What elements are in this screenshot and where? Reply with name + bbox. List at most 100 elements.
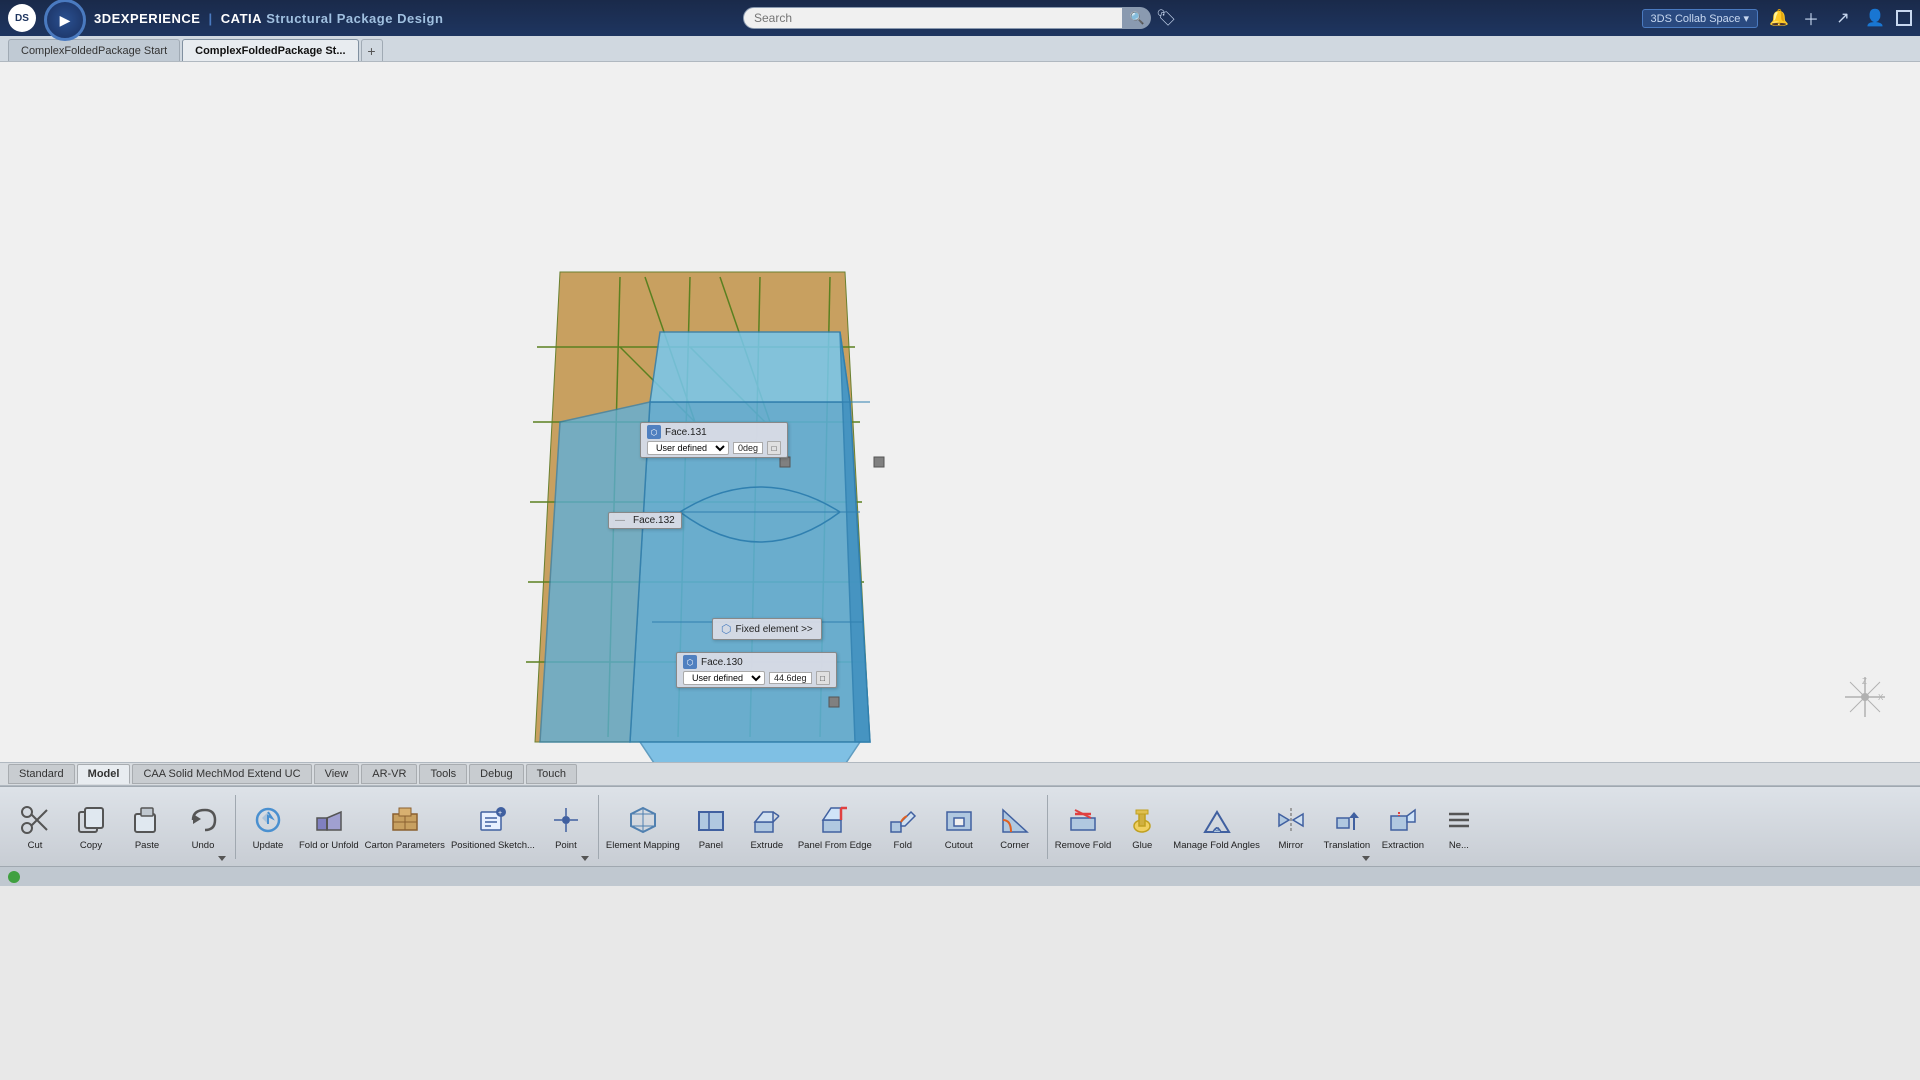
tag-button[interactable]: 🏷 <box>1155 7 1177 29</box>
point-tool[interactable]: Point <box>539 791 593 863</box>
toolbar-tab-standard[interactable]: Standard <box>8 764 75 784</box>
face130-expand[interactable]: □ <box>816 671 830 685</box>
remove-fold-icon <box>1065 802 1101 838</box>
face130-dropdown[interactable]: User defined <box>683 671 765 685</box>
fold-tool[interactable]: Fold <box>876 791 930 863</box>
fold-icon <box>885 802 921 838</box>
toolbar-tab-model-label: Model <box>88 768 120 780</box>
toolbar-tab-debug[interactable]: Debug <box>469 764 523 784</box>
paste-tool[interactable]: Paste <box>120 791 174 863</box>
corner-tool[interactable]: Corner <box>988 791 1042 863</box>
translation-tool[interactable]: Translation <box>1320 791 1374 863</box>
panel-icon <box>693 802 729 838</box>
face131-expand[interactable]: □ <box>767 441 781 455</box>
extraction-tool[interactable]: Extraction <box>1376 791 1430 863</box>
toolbar-tab-arvr[interactable]: AR-VR <box>361 764 417 784</box>
user-button[interactable]: 👤 <box>1864 7 1886 29</box>
module-name: Structural Package Design <box>266 11 443 26</box>
face132-text: Face.132 <box>633 515 675 526</box>
toolbar-tab-tools[interactable]: Tools <box>419 764 467 784</box>
fold-label: Fold <box>894 840 912 851</box>
point-label: Point <box>555 840 577 851</box>
toolbar-tab-caa[interactable]: CAA Solid MechMod Extend UC <box>132 764 311 784</box>
tab-2[interactable]: ComplexFoldedPackage St... <box>182 39 358 61</box>
carton-parameters-tool[interactable]: Carton Parameters <box>363 791 447 863</box>
face131-dropdown[interactable]: User defined <box>647 441 729 455</box>
fixed-element-label: Fixed element >> <box>735 624 812 635</box>
more-tool[interactable]: Ne... <box>1432 791 1486 863</box>
cut-tool[interactable]: Cut <box>8 791 62 863</box>
face131-value: 0deg <box>733 442 763 454</box>
undo-tool[interactable]: Undo <box>176 791 230 863</box>
search-button[interactable]: 🔍 <box>1123 7 1151 29</box>
tabs-row: ComplexFoldedPackage Start ComplexFolded… <box>0 36 1920 62</box>
element-mapping-tool[interactable]: Element Mapping <box>604 791 682 863</box>
tab-add-button[interactable]: + <box>361 39 383 61</box>
toolbar-tab-standard-label: Standard <box>19 768 64 780</box>
glue-tool[interactable]: Glue <box>1115 791 1169 863</box>
fullscreen-button[interactable] <box>1896 10 1912 26</box>
scene-area: ⬡ Face.131 User defined 0deg □ — Face.13… <box>0 62 1920 762</box>
element-mapping-icon <box>625 802 661 838</box>
compass: Z X <box>1840 672 1890 722</box>
panel-from-edge-icon <box>817 802 853 838</box>
manage-fold-angles-tool[interactable]: α Manage Fold Angles <box>1171 791 1262 863</box>
share-button[interactable]: ↗ <box>1832 7 1854 29</box>
glue-label: Glue <box>1132 840 1152 851</box>
cut-icon <box>17 802 53 838</box>
point-icon <box>548 802 584 838</box>
toolbar-tabs: Standard Model CAA Solid MechMod Extend … <box>0 762 1920 786</box>
svg-text:Z: Z <box>1862 677 1867 686</box>
collab-space-label: 3DS Collab Space <box>1651 13 1741 25</box>
collab-space-button[interactable]: 3DS Collab Space ▾ <box>1642 9 1758 28</box>
toolbar-tab-view[interactable]: View <box>314 764 360 784</box>
carton-parameters-icon <box>387 802 423 838</box>
separator-2 <box>598 795 599 859</box>
fold-unfold-tool[interactable]: Fold or Unfold <box>297 791 361 863</box>
cutout-tool[interactable]: Cutout <box>932 791 986 863</box>
status-indicator <box>8 871 20 883</box>
update-tool[interactable]: Update <box>241 791 295 863</box>
toolbar-tab-model[interactable]: Model <box>77 764 131 784</box>
mirror-tool[interactable]: Mirror <box>1264 791 1318 863</box>
tab-1[interactable]: ComplexFoldedPackage Start <box>8 39 180 61</box>
play-button[interactable] <box>44 0 86 41</box>
cutout-label: Cutout <box>945 840 973 851</box>
translation-label: Translation <box>1324 840 1371 851</box>
panel-from-edge-tool[interactable]: Panel From Edge <box>796 791 874 863</box>
statusbar <box>0 866 1920 886</box>
toolbar-tab-view-label: View <box>325 768 349 780</box>
copy-tool[interactable]: Copy <box>64 791 118 863</box>
viewport: ⬡ Face.131 User defined 0deg □ — Face.13… <box>0 62 1920 762</box>
extraction-icon <box>1385 802 1421 838</box>
top-right-controls: 3DS Collab Space ▾ 🔔 ＋ ↗ 👤 <box>1642 7 1912 29</box>
search-bar: 🔍 🏷 <box>743 7 1177 29</box>
app-logo: DS <box>8 4 36 32</box>
panel-from-edge-label: Panel From Edge <box>798 840 872 851</box>
panel-tool[interactable]: Panel <box>684 791 738 863</box>
fold-unfold-label: Fold or Unfold <box>299 840 359 851</box>
notification-button[interactable]: 🔔 <box>1768 7 1790 29</box>
fixed-element-button[interactable]: ⬡ Fixed element >> <box>712 618 822 640</box>
extraction-label: Extraction <box>1382 840 1424 851</box>
svg-text:α: α <box>1215 826 1219 833</box>
face131-text: Face.131 <box>665 427 707 438</box>
cutout-icon <box>941 802 977 838</box>
face131-label: ⬡ Face.131 User defined 0deg □ <box>640 422 788 458</box>
face130-icon: ⬡ <box>683 655 697 669</box>
update-icon <box>250 802 286 838</box>
glue-icon <box>1124 802 1160 838</box>
face130-label: ⬡ Face.130 User defined 44.6deg □ <box>676 652 837 688</box>
toolbar-tab-touch[interactable]: Touch <box>526 764 577 784</box>
face131-icon: ⬡ <box>647 425 661 439</box>
remove-fold-tool[interactable]: Remove Fold <box>1053 791 1114 863</box>
positioned-sketch-tool[interactable]: + Positioned Sketch... <box>449 791 537 863</box>
svg-text:X: X <box>1878 693 1884 702</box>
mirror-label: Mirror <box>1279 840 1304 851</box>
face132-label: — Face.132 <box>608 512 682 529</box>
positioned-sketch-icon: + <box>475 802 511 838</box>
add-button[interactable]: ＋ <box>1800 7 1822 29</box>
extrude-tool[interactable]: Extrude <box>740 791 794 863</box>
search-input[interactable] <box>743 7 1123 29</box>
remove-fold-label: Remove Fold <box>1055 840 1112 851</box>
